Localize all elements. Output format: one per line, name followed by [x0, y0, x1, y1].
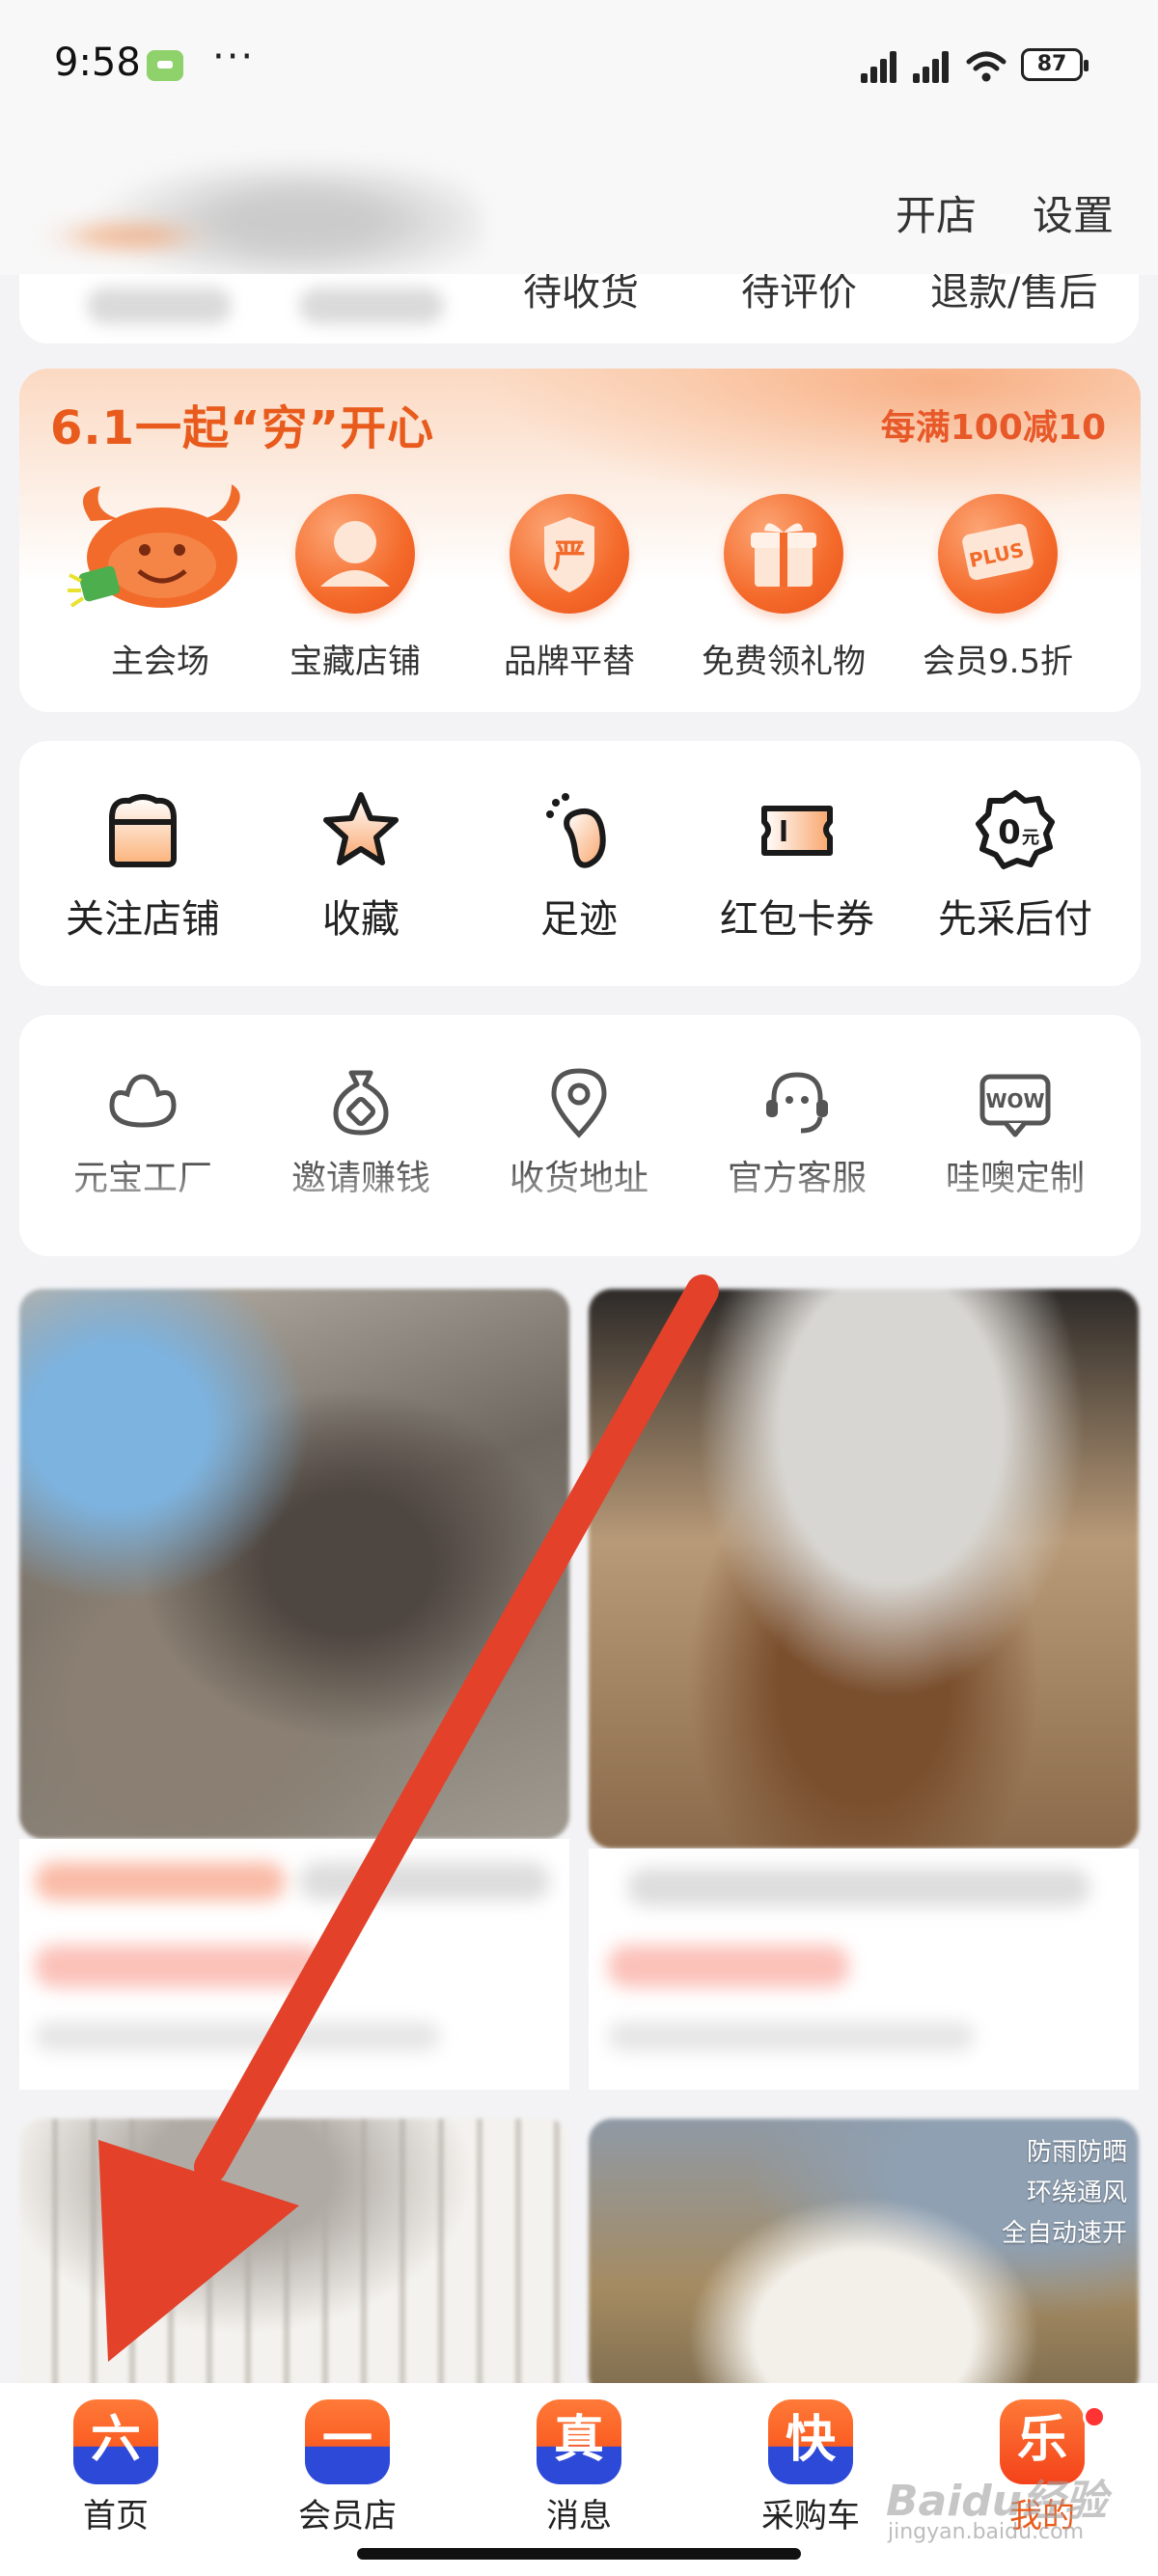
fade-overlay [19, 1169, 1141, 1256]
notification-dot [1083, 2405, 1106, 2428]
tab-home-icon[interactable]: 六 [73, 2399, 158, 2484]
svg-text:元: 元 [1022, 828, 1039, 848]
gift-icon[interactable] [724, 494, 843, 614]
ingot-icon[interactable] [104, 1063, 181, 1140]
order-item-blurred[interactable] [87, 288, 232, 324]
tent-caption: 环绕通风 [1026, 2179, 1127, 2207]
svg-text:0: 0 [998, 813, 1021, 852]
plus-card-icon[interactable]: PLUS [938, 494, 1058, 614]
tab-home-label[interactable]: 首页 [39, 2489, 193, 2536]
tool-label[interactable]: 足迹 [473, 888, 685, 944]
store-icon[interactable] [102, 789, 183, 870]
svg-text:WOW: WOW [985, 1089, 1044, 1112]
tab-messages-icon[interactable]: 真 [537, 2399, 621, 2484]
tab-member-store-icon[interactable]: 一 [305, 2399, 390, 2484]
tool-label[interactable]: 先采后付 [909, 888, 1121, 944]
tools-card: 关注店铺 收藏 足迹 红包卡券 0 元 先采后付 [19, 741, 1141, 986]
footprint-icon[interactable] [538, 789, 620, 870]
wifi-icon [966, 51, 1006, 82]
tab-member-store-label[interactable]: 会员店 [270, 2489, 425, 2536]
order-to-receive[interactable]: 待收货 [523, 274, 639, 316]
location-icon[interactable] [540, 1063, 618, 1140]
services-card: 元宝工厂 邀请赚钱 收货地址 官方客服 WOW 哇噢定制 [19, 1015, 1141, 1256]
status-time: 9:58 [54, 41, 141, 85]
home-indicator[interactable] [357, 2548, 801, 2560]
settings-link[interactable]: 设置 [1033, 183, 1114, 242]
promo-title[interactable]: 6.1一起“穷”开心 [50, 390, 434, 457]
cellular-signal-icon [861, 51, 896, 83]
promo-item-label[interactable]: 宝藏店铺 [249, 635, 461, 682]
headset-icon[interactable] [758, 1063, 836, 1140]
tent-caption: 防雨防晒 [1026, 2138, 1127, 2167]
promo-item-label[interactable]: 品牌平替 [463, 635, 676, 682]
tab-cart-icon[interactable]: 快 [768, 2399, 853, 2484]
order-refund-aftersale[interactable]: 退款/售后 [930, 274, 1097, 316]
star-icon[interactable] [320, 789, 401, 870]
open-store-link[interactable]: 开店 [896, 183, 977, 242]
money-bag-icon[interactable] [322, 1063, 400, 1140]
bull-mascot-icon[interactable] [62, 482, 255, 627]
product-image[interactable] [19, 1289, 569, 1839]
order-to-review[interactable]: 待评价 [741, 274, 857, 316]
product-info[interactable] [589, 1849, 1139, 2090]
message-notification-icon [147, 50, 183, 81]
svg-text:严: 严 [553, 537, 586, 576]
product-info[interactable] [19, 1839, 569, 2090]
battery-indicator: 87 [1021, 48, 1089, 81]
product-image[interactable] [589, 1289, 1139, 1849]
baidu-watermark: Baidu经验 [886, 2477, 1108, 2526]
promo-item-label[interactable]: 会员9.5折 [892, 635, 1104, 682]
promo-item-label[interactable]: 免费领礼物 [677, 635, 890, 682]
cellular-signal-2-icon [913, 51, 949, 83]
promo-card: 6.1一起“穷”开心 每满100减10 主会场 宝藏店铺 严 品牌平替 免费领礼… [19, 369, 1141, 712]
wow-icon[interactable]: WOW [977, 1063, 1054, 1140]
promo-discount-tag[interactable]: 每满100减10 [881, 399, 1106, 450]
tab-cart-label[interactable]: 采购车 [733, 2489, 888, 2536]
person-icon[interactable] [295, 494, 415, 614]
more-dots-icon: ··· [212, 35, 256, 79]
tool-label[interactable]: 收藏 [255, 888, 467, 944]
product-image[interactable] [19, 2119, 569, 2398]
yan-shield-icon[interactable]: 严 [510, 494, 629, 614]
tool-label[interactable]: 红包卡券 [691, 888, 903, 944]
tool-label[interactable]: 关注店铺 [37, 888, 249, 944]
orders-card: 待收货 待评价 退款/售后 [19, 274, 1139, 343]
order-item-blurred[interactable] [299, 288, 444, 324]
tent-caption: 全自动速开 [1001, 2219, 1127, 2248]
promo-item-label[interactable]: 主会场 [54, 635, 266, 682]
baidu-watermark-url: jingyan.baidu.com [888, 2520, 1085, 2544]
coupon-icon[interactable] [757, 789, 838, 870]
tab-messages-label[interactable]: 消息 [502, 2489, 656, 2536]
zero-yuan-icon[interactable]: 0 元 [975, 789, 1056, 870]
